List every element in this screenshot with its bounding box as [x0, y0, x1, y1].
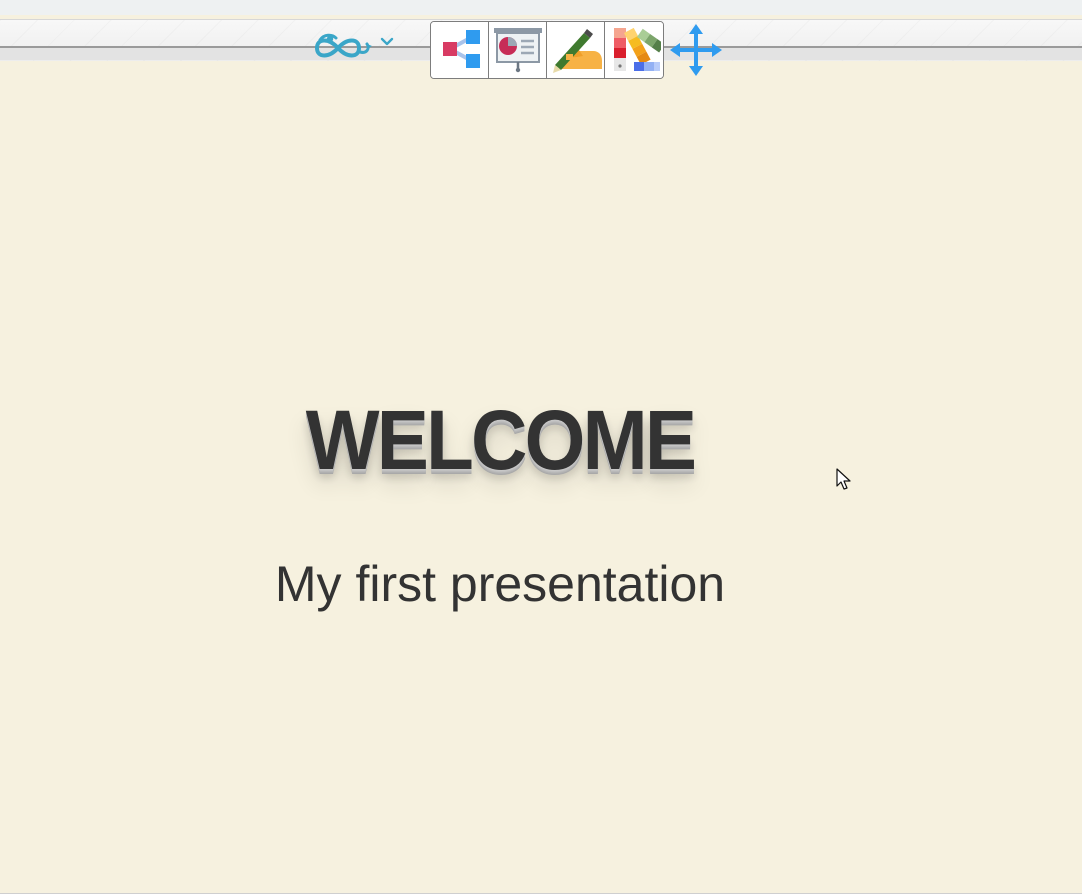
presentation-app: WELCOME My first presentation — [0, 0, 1082, 894]
slide-canvas[interactable]: WELCOME My first presentation — [0, 60, 1082, 894]
chevron-down-icon — [380, 37, 394, 47]
window-top-strip — [0, 0, 1082, 15]
slide-title: WELCOME — [305, 393, 697, 487]
slide-subtitle: My first presentation — [274, 556, 726, 612]
mouse-pointer-icon — [836, 468, 852, 490]
